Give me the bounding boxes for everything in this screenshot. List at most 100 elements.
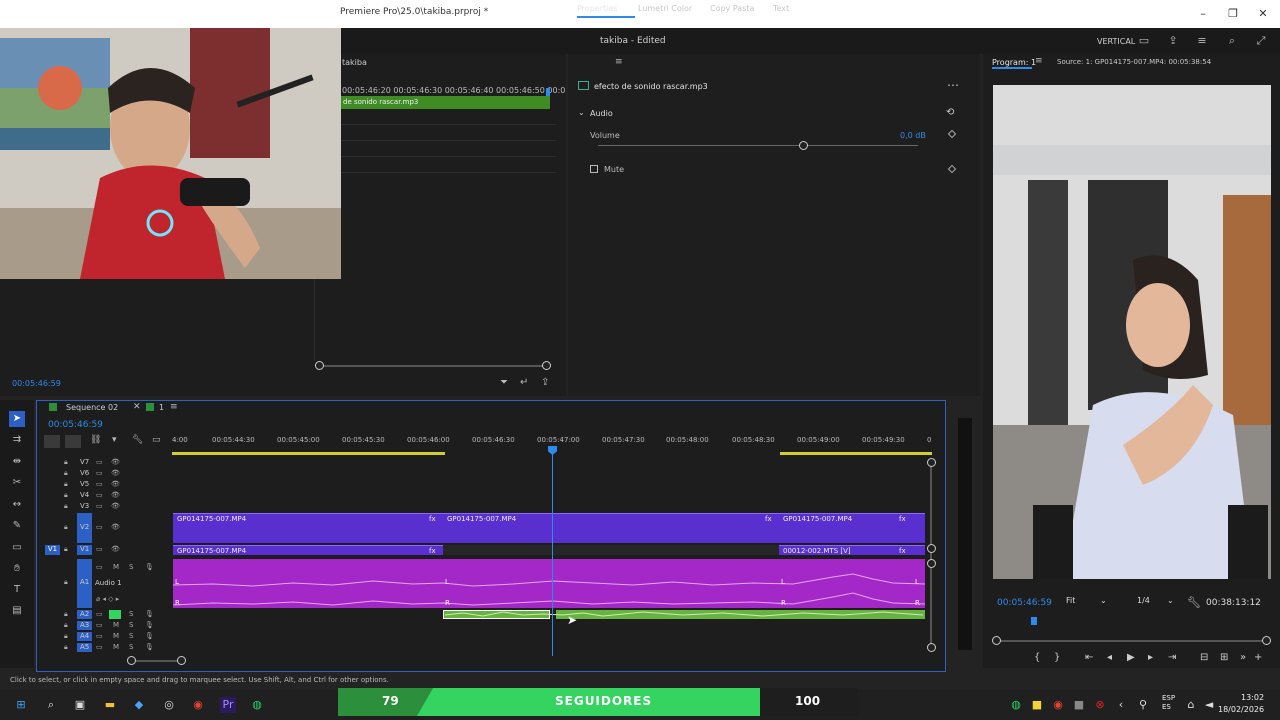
video-clip[interactable]: 00012-002.MTS [V] fx [779,545,925,555]
sync-lock-icon[interactable]: ▭ [96,480,103,488]
lock-icon[interactable]: 🔒︎ [64,523,68,532]
lock-icon[interactable]: 🔒︎ [64,578,68,587]
selection-tool-icon[interactable]: ➤ [9,411,25,427]
vscroll-handle[interactable] [927,559,936,568]
timeline-timecode[interactable]: 00:05:46:59 [48,420,103,430]
volume-slider-thumb[interactable] [798,141,808,150]
pen-tool-icon[interactable]: ✎ [9,518,25,534]
video-clip[interactable]: GP014175-007.MP4 fx [779,513,925,543]
mute-track-button[interactable]: M [113,563,119,571]
fit-dropdown[interactable]: Fit ⌄ [1066,596,1112,610]
ripple-edit-tool-icon[interactable]: ⇹ [9,454,25,470]
fullscreen-icon[interactable]: ▭ [1137,34,1151,48]
sync-lock-icon[interactable]: ▭ [96,621,103,629]
chevron-up-icon[interactable]: ‹ [1113,697,1129,713]
add-icon[interactable]: + [1254,652,1262,663]
tab-text[interactable]: Text [773,4,789,13]
volume-slider[interactable] [598,145,918,146]
source-playhead[interactable] [546,88,550,96]
rectangle-tool-icon[interactable]: ▭ [9,540,25,556]
sync-lock-icon[interactable]: ▭ [96,458,103,466]
maximize-icon[interactable]: ⤢ [1254,34,1268,48]
sync-lock-icon[interactable]: ▭ [96,643,103,651]
mute-track-button[interactable]: M [113,621,119,629]
premiere-icon[interactable]: Pr [220,697,236,713]
eye-icon[interactable]: 👁︎ [111,523,120,531]
resolution-dropdown[interactable]: 1/4 ⌄ [1137,596,1175,610]
scroll-handle-right[interactable] [542,361,551,370]
play-icon[interactable]: ▶ [1127,652,1135,663]
close-icon[interactable]: ✕ [133,402,141,412]
source-timecode[interactable]: 00:05:46:59 [12,379,61,388]
tab-sequence-1[interactable]: 1 [159,403,164,412]
volume-value[interactable]: 0,0 dB [900,131,926,140]
tab-properties[interactable]: Properties [577,4,637,18]
tray-icon[interactable]: ■ [1071,697,1087,713]
wrench-icon[interactable]: 🔧︎ [1187,596,1201,609]
microphone-icon[interactable]: 🎙︎ [145,632,154,640]
solo-track-button[interactable]: S [129,643,133,651]
tray-icon[interactable]: ■ [1029,697,1045,713]
chevron-down-icon[interactable]: ⌄ [578,108,585,117]
marker-icon[interactable]: ▾ [112,435,117,445]
sync-lock-icon[interactable]: ▭ [96,491,103,499]
source-tab[interactable]: takiba [342,58,367,67]
reset-icon[interactable]: ⟲ [946,107,954,118]
tab-copy-pasta[interactable]: Copy Pasta [710,4,754,13]
eye-icon[interactable]: 👁︎ [111,502,120,510]
razor-tool-icon[interactable]: ✂ [9,475,25,491]
lock-icon[interactable]: 🔒︎ [64,469,68,478]
source-clip[interactable]: de sonido rascar.mp3 [341,96,550,109]
chrome-tray-icon[interactable]: ◉ [1050,697,1066,713]
mute-track-button[interactable]: M [113,632,119,640]
mute-track-button[interactable]: M [113,643,119,651]
video-clip[interactable]: GP014175-007.MP4 fx [173,513,443,543]
chrome-icon[interactable]: ◉ [190,697,206,713]
solo-track-button[interactable]: S [129,563,133,571]
filter-icon[interactable]: ⏷ [500,377,508,388]
step-forward-icon[interactable]: ▸ [1148,652,1153,663]
panel-menu-icon[interactable]: ≡ [1035,56,1043,66]
sync-lock-icon[interactable]: ▭ [96,502,103,510]
go-to-out-icon[interactable]: ⇥ [1168,652,1176,663]
lock-icon[interactable]: 🔒︎ [64,491,68,500]
lock-icon[interactable]: 🔒︎ [64,502,68,511]
file-explorer-icon[interactable]: ▬ [102,697,118,713]
restore-button[interactable]: ❐ [1218,4,1248,24]
microphone-icon[interactable]: 🎙︎ [145,610,154,618]
vscroll-handle[interactable] [927,544,936,553]
program-scrubber[interactable] [996,640,1266,642]
sync-lock-icon[interactable]: ▭ [96,632,103,640]
audio-section-header[interactable]: Audio [590,109,613,118]
vscroll-handle[interactable] [927,458,936,467]
windows-start-icon[interactable]: ⊞ [13,697,29,713]
tab-sequence-02[interactable]: Sequence 02 [66,403,118,412]
sync-lock-icon[interactable]: ▭ [96,545,103,553]
insert-icon[interactable]: ⊟ [1200,652,1208,663]
whatsapp-tray-icon[interactable]: ◍ [1008,697,1024,713]
tab-source[interactable]: Source: 1: GP014175-007.MP4: 00:05:38:54 [1057,58,1211,66]
source-scrollbar[interactable] [320,365,546,367]
search-icon[interactable]: ⌕ [1225,34,1239,48]
hscroll-handle[interactable] [177,656,186,665]
export-icon[interactable]: ⇪ [541,377,549,388]
eye-icon[interactable]: 👁︎ [111,458,120,466]
solo-track-button[interactable]: S [129,632,133,640]
tab-lumetri-color[interactable]: Lumetri Color [638,4,692,13]
network-icon[interactable]: ⌂ [1183,697,1199,713]
sync-lock-icon[interactable]: ▭ [96,563,103,571]
type-tool-icon[interactable]: T [9,582,25,598]
scroll-handle-left[interactable] [315,361,324,370]
lock-icon[interactable]: 🔒︎ [64,545,68,554]
panel-menu-icon[interactable]: ≡ [615,57,623,67]
keyframe-nav-icon[interactable]: ⌀ ◂ ◇ ▸ [96,595,119,603]
whatsapp-icon[interactable]: ◍ [249,697,265,713]
captions-icon[interactable]: ▭ [152,435,161,445]
hand-tool-icon[interactable]: ✋︎ [9,561,25,577]
sync-lock-icon[interactable]: ▭ [96,610,103,618]
tab-program[interactable]: Program: 1 [992,58,1036,67]
lock-icon[interactable]: 🔒︎ [64,632,68,641]
minimize-button[interactable]: – [1188,4,1218,24]
microphone-icon[interactable]: 🎙︎ [145,621,154,629]
microphone-icon[interactable]: ⚲ [1135,697,1151,713]
